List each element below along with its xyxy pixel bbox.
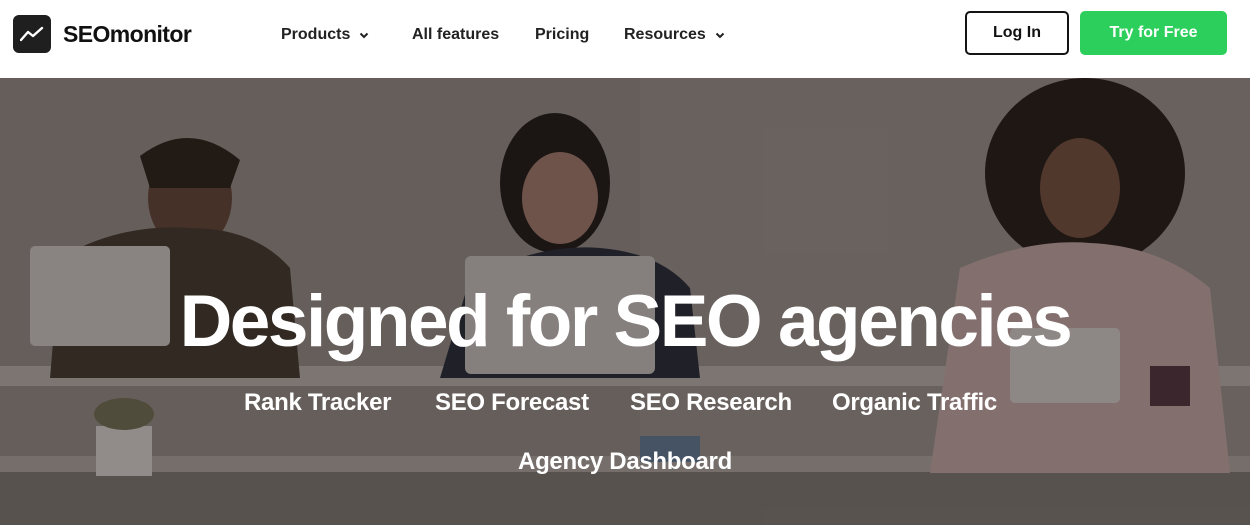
hero-link-rank-tracker[interactable]: Rank Tracker: [244, 388, 391, 418]
hero-link-organic-traffic[interactable]: Organic Traffic: [832, 388, 997, 418]
brand-name: SEOmonitor: [63, 20, 192, 47]
nav-products-label: Products: [281, 26, 351, 43]
nav-resources-label: Resources: [624, 26, 706, 43]
nav-all-features-link[interactable]: All features: [412, 25, 499, 45]
try-for-free-button[interactable]: Try for Free: [1080, 11, 1227, 55]
chevron-down-icon: [715, 32, 725, 39]
nav-products-menu[interactable]: Products: [281, 25, 369, 45]
brand-logo-link[interactable]: SEOmonitor: [13, 15, 192, 53]
hero-link-agency-dashboard[interactable]: Agency Dashboard: [0, 447, 1250, 477]
login-button[interactable]: Log In: [965, 11, 1069, 55]
nav-pricing-link[interactable]: Pricing: [535, 25, 589, 45]
trend-line-icon: [13, 15, 51, 53]
chevron-down-icon: [359, 32, 369, 39]
nav-all-features-label: All features: [412, 26, 500, 43]
hero-link-seo-research[interactable]: SEO Research: [630, 388, 792, 418]
hero-section: Designed for SEO agencies Rank Tracker S…: [0, 78, 1250, 525]
top-navigation: SEOmonitor Products All features Pricing…: [0, 0, 1250, 78]
nav-pricing-label: Pricing: [535, 26, 590, 43]
hero-link-seo-forecast[interactable]: SEO Forecast: [435, 388, 589, 418]
nav-resources-menu[interactable]: Resources: [624, 25, 725, 45]
hero-title: Designed for SEO agencies: [179, 281, 1073, 362]
